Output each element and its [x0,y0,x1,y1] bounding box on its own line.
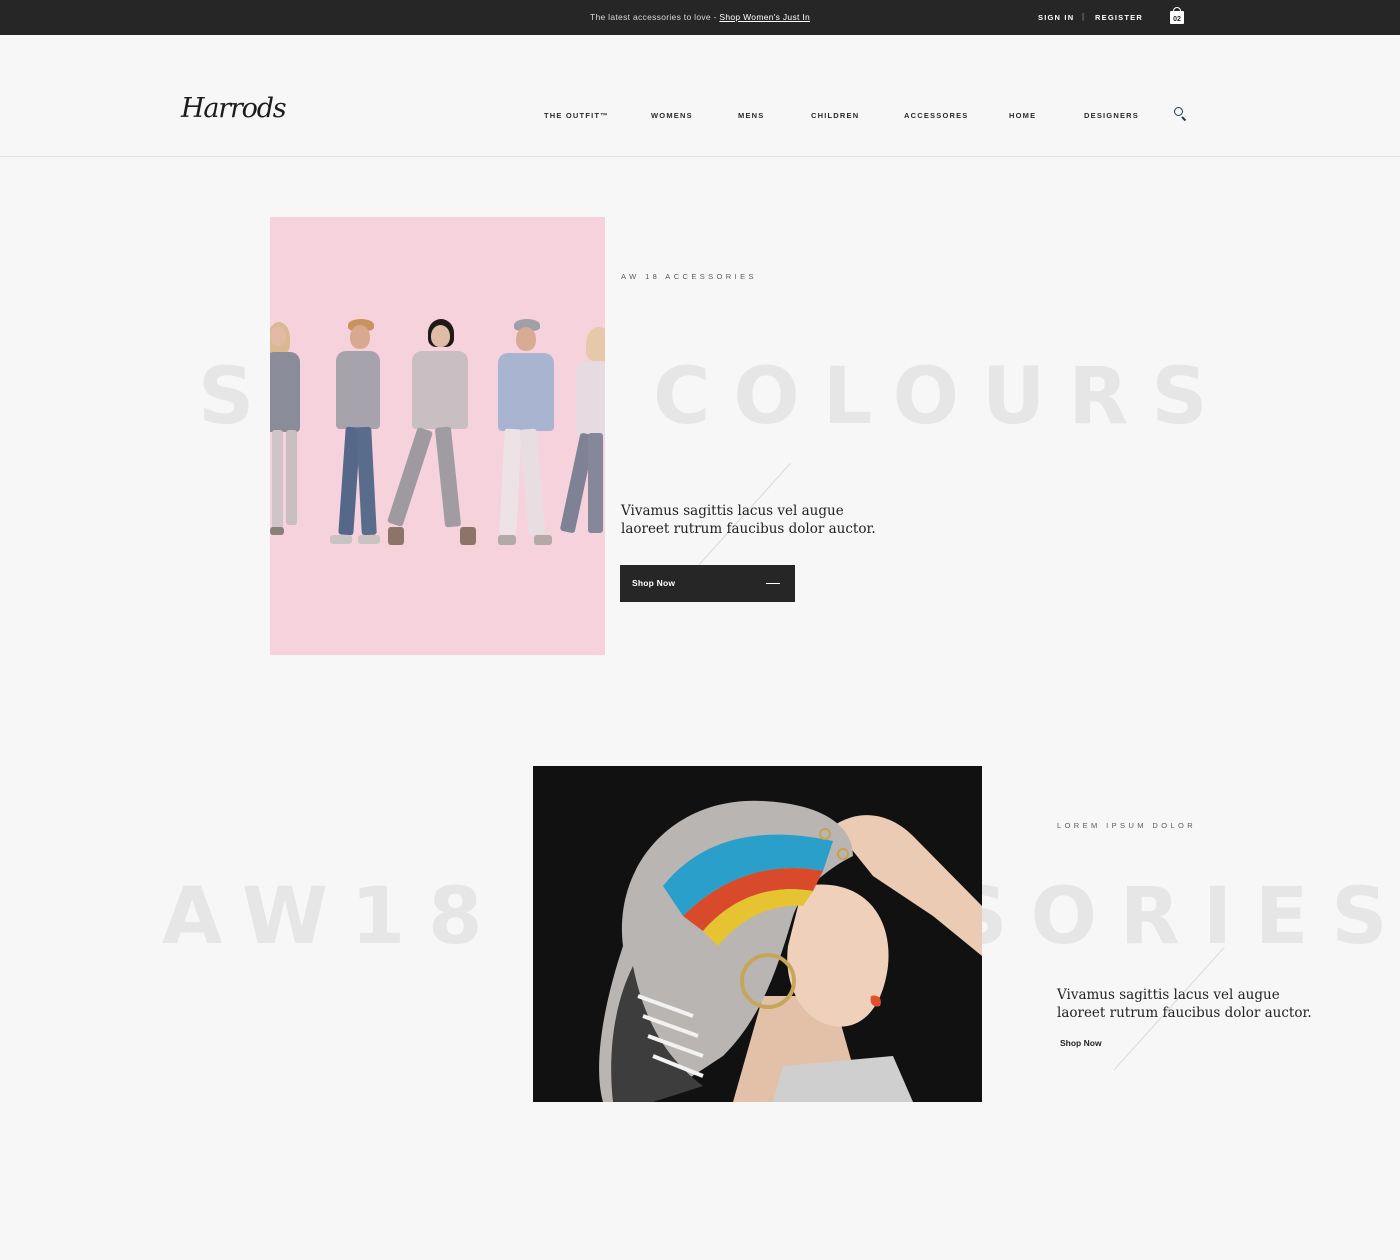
sign-in-link[interactable]: SIGN IN [1038,13,1074,22]
shop-now-label: Shop Now [632,578,676,588]
description-line: Vivamus sagittis lacus vel augue [621,503,844,519]
section-description: Vivamus sagittis lacus vel augue laoreet… [1057,987,1312,1022]
section-eyebrow: AW 18 ACCESSORIES [621,272,757,281]
nav-item-mens[interactable]: MENS [738,111,764,120]
promo-banner: The latest accessories to love - Shop Wo… [0,12,1400,22]
harrods-logo[interactable]: Harrods [181,93,287,124]
bag-count: 02 [1173,16,1181,23]
account-separator: | [1082,12,1085,21]
shopping-bag-icon[interactable]: 02 [1169,7,1185,25]
shop-now-button[interactable]: Shop Now [620,565,795,602]
promo-text: The latest accessories to love - [589,12,720,22]
nav-item-designers[interactable]: DESIGNERS [1084,111,1139,120]
models-photo[interactable] [270,217,605,655]
headscarf-photo[interactable] [533,766,982,1102]
shop-now-link[interactable]: Shop Now [1060,1038,1102,1048]
description-line: laoreet rutrum faucibus dolor auctor. [621,520,876,537]
nav-item-the-outfit[interactable]: THE OUTFIT™ [544,111,609,120]
description-line: Vivamus sagittis lacus vel augue [1057,987,1280,1003]
register-link[interactable]: REGISTER [1095,13,1143,22]
nav-item-accessores[interactable]: ACCESSORES [904,111,969,120]
top-bar: The latest accessories to love - Shop Wo… [0,0,1400,35]
nav-item-womens[interactable]: WOMENS [651,111,693,120]
arrow-line-icon [766,583,780,584]
search-icon[interactable] [1174,107,1188,122]
site-header: Harrods THE OUTFIT™ WOMENS MENS CHILDREN… [0,35,1400,157]
nav-item-children[interactable]: CHILDREN [811,111,859,120]
headscarf-model-illustration [533,766,982,1102]
promo-link[interactable]: Shop Women's Just In [719,12,810,22]
section-description: Vivamus sagittis lacus vel augue laoreet… [621,503,876,538]
section-eyebrow: LOREM IPSUM DOLOR [1057,821,1197,830]
description-line: laoreet rutrum faucibus dolor auctor. [1057,1004,1312,1021]
nav-item-home[interactable]: HOME [1009,111,1036,120]
